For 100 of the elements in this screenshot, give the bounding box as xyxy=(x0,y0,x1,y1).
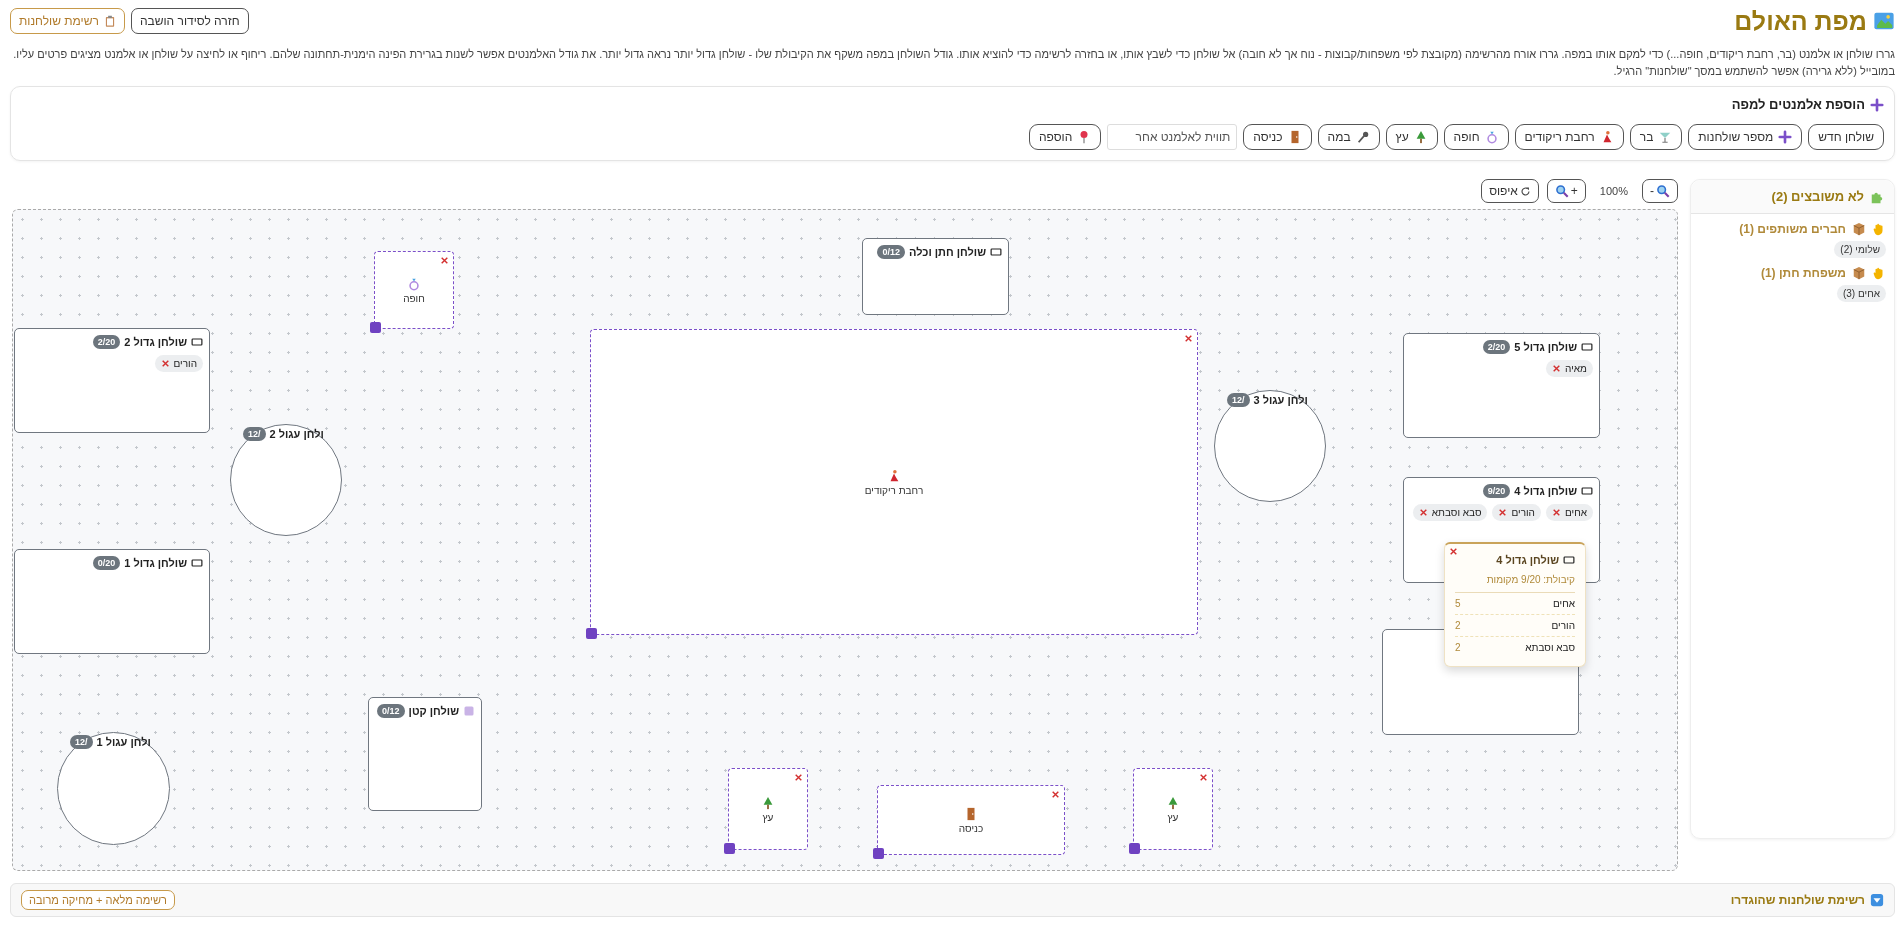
group-name: הורים xyxy=(1551,620,1575,631)
seat-count: /12 xyxy=(1227,393,1250,407)
element-label: רחבת ריקודים xyxy=(864,484,924,496)
resize-handle[interactable] xyxy=(1129,843,1140,854)
table-icon xyxy=(191,557,203,569)
group-count: 2 xyxy=(1455,642,1461,653)
guest-chip[interactable]: שלומי (2) xyxy=(1834,241,1886,258)
close-icon xyxy=(794,773,803,782)
element-label: חופה xyxy=(403,292,425,304)
tree-icon xyxy=(1166,795,1180,810)
tables-list-button[interactable]: רשימת שולחנות xyxy=(10,8,125,34)
capacity-text: קיבולת: 9/20 מקומות xyxy=(1455,574,1575,593)
seat-count: 2/20 xyxy=(92,335,121,349)
zoom-out-button[interactable]: - xyxy=(1642,179,1678,203)
group-count: 5 xyxy=(1455,598,1461,609)
seat-count: /12 xyxy=(243,427,266,441)
element-label: עץ xyxy=(762,811,774,823)
guest-chip[interactable]: הורים xyxy=(1492,504,1541,521)
zoom-percent: 100% xyxy=(1598,185,1629,197)
guest-chip[interactable]: סבא וסבתא xyxy=(1412,504,1488,521)
section-title[interactable]: רשימת שולחנות שהוגדרו xyxy=(1730,893,1865,907)
popup-title: שולחן גדול 4 xyxy=(1496,554,1559,566)
add-element-button[interactable]: רחבת ריקודים xyxy=(1514,124,1624,150)
reset-button[interactable]: איפוס xyxy=(1481,179,1539,203)
table-icon xyxy=(191,336,203,348)
seat-count: 2/20 xyxy=(1482,340,1511,354)
resize-handle[interactable] xyxy=(370,322,381,333)
guest-chip[interactable]: הורים xyxy=(154,355,203,372)
add-element-button[interactable]: שולחן חדש xyxy=(1808,124,1884,150)
square-icon xyxy=(463,705,475,717)
close-icon xyxy=(1184,334,1193,343)
microphone-icon xyxy=(1355,130,1370,144)
instructions-text: גררו שולחן או אלמנט (בר, רחבת ריקודים, חופה...) כדי למקם אותו במפה. גררו אורח מהרשימה (מקובצת לפי משפחות/קבוצות - נוח אך לא חובה) אל שולחן כדי לשבץ אותו, או בחזרה לרשימה כדי להוציא אותו. גודל השולחן במפה משקף את הקיבולת שלו - שולחן גדול יותר נראה גדול יותר. את גודל האלמנטים אפשר לשנות בגרירת הפינה הימנית-תחתונה שלהם. ריחוף או לחיצה על שולחן או אלמנט מציגים פרטים עליו. xyxy=(12,47,1895,62)
ring-icon xyxy=(407,276,421,291)
package-icon xyxy=(1852,222,1866,236)
group-count: 2 xyxy=(1455,620,1461,631)
instructions-text: במובייל (ללא גרירה) אפשר להשתמש במסך "שולחנות" הרגיל. xyxy=(1612,64,1895,79)
tree-icon xyxy=(761,795,775,810)
resize-handle[interactable] xyxy=(873,848,884,859)
dropdown-icon xyxy=(1870,893,1884,907)
table-name: שולחן גדול 4 xyxy=(1514,485,1577,497)
seat-count: 0/12 xyxy=(877,245,905,259)
plus-icon xyxy=(1870,97,1884,112)
hand-icon xyxy=(1872,222,1886,236)
back-button[interactable]: חזרה לסידור הושבה xyxy=(130,8,249,34)
group-name: סבא וסבתא xyxy=(1525,642,1575,653)
reset-icon xyxy=(1519,185,1531,197)
table-icon xyxy=(1581,341,1593,353)
seat-count: 0/12 xyxy=(377,704,405,718)
table-name: שולחן גדול 5 xyxy=(1514,341,1577,353)
table-name: שולחן חתן וכלה xyxy=(909,246,986,258)
table-icon xyxy=(1581,485,1593,497)
add-element-button[interactable]: מספר שולחנות xyxy=(1688,124,1803,150)
resize-handle[interactable] xyxy=(724,843,735,854)
table-name: ולחן עגול 1 xyxy=(96,736,151,748)
seat-count: 0/20 xyxy=(92,556,121,570)
add-element-button[interactable]: חופה xyxy=(1443,124,1509,150)
close-icon xyxy=(1449,547,1458,556)
magnifier-icon xyxy=(1656,184,1670,198)
add-element-button[interactable]: בר xyxy=(1629,124,1683,150)
table-name: שולחן גדול 1 xyxy=(124,557,187,569)
close-icon xyxy=(1498,508,1508,517)
add-element-button[interactable]: במה xyxy=(1317,124,1380,150)
resize-handle[interactable] xyxy=(586,628,597,639)
zoom-in-button[interactable]: + xyxy=(1546,179,1586,203)
guest-chip[interactable]: אחים (3) xyxy=(1836,285,1886,302)
close-icon xyxy=(1552,364,1562,373)
table-icon xyxy=(1563,554,1575,566)
close-icon xyxy=(1418,508,1428,517)
hand-icon xyxy=(1872,266,1886,280)
full-list-button[interactable]: רשימה מלאה + מחיקה מרובה xyxy=(21,890,175,910)
add-element-button[interactable]: כניסה xyxy=(1243,124,1312,150)
label-input-field[interactable]: תווית לאלמנט אחר xyxy=(1107,124,1238,150)
close-icon xyxy=(160,359,170,368)
add-element-button[interactable]: עץ xyxy=(1385,124,1438,150)
seat-count: /12 xyxy=(70,735,93,749)
guest-chip[interactable]: מאיה xyxy=(1546,360,1593,377)
plus-icon xyxy=(1778,130,1793,144)
element-label: עץ xyxy=(1167,811,1179,823)
add-element-button[interactable]: הוספה xyxy=(1028,124,1102,150)
ring-icon xyxy=(1484,130,1499,144)
close-icon xyxy=(1199,773,1208,782)
table-name: שולחן גדול 2 xyxy=(124,336,187,348)
close-icon xyxy=(1051,790,1060,799)
close-icon xyxy=(1551,508,1561,517)
group-name: אחים xyxy=(1552,598,1575,609)
guest-chip[interactable]: אחים xyxy=(1545,504,1593,521)
element-label: כניסה xyxy=(958,822,984,834)
table-name: ולחן עגול 3 xyxy=(1253,394,1308,406)
table-name: ולחן עגול 2 xyxy=(269,428,324,440)
close-icon xyxy=(440,256,449,265)
page-title: מפת האולם xyxy=(1734,6,1867,36)
package-icon xyxy=(1852,266,1866,280)
panel-title: הוספת אלמנטים למפה xyxy=(1731,97,1865,112)
table-name: שולחן קטן xyxy=(408,705,459,717)
panel-title: לא משובצים (2) xyxy=(1771,189,1864,204)
magnifier-icon xyxy=(1554,184,1569,198)
seat-count: 9/20 xyxy=(1482,484,1511,498)
clipboard-icon xyxy=(103,15,116,27)
table-icon xyxy=(990,246,1002,258)
